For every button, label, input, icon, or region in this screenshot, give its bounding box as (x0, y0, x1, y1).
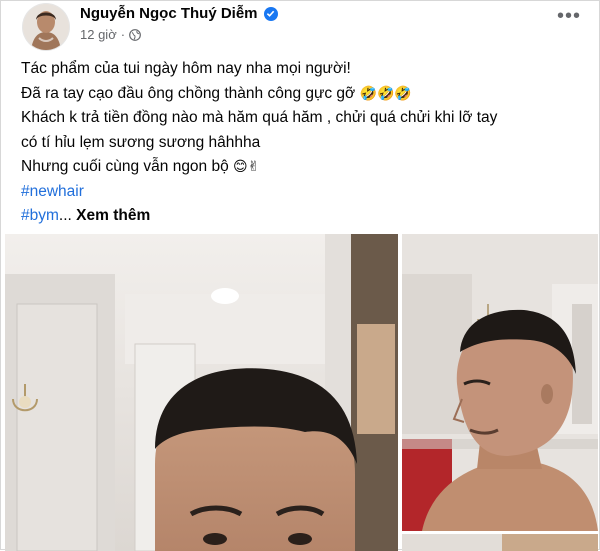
post-text-line: #bym... Xem thêm (21, 204, 591, 229)
author-name[interactable]: Nguyễn Ngọc Thuý Diễm (80, 5, 258, 22)
post-photo-side-2[interactable] (402, 534, 598, 551)
author-name-row: Nguyễn Ngọc Thuý Diễm (80, 5, 278, 22)
verified-badge-icon (263, 6, 278, 21)
post-line-4: có tí hỉu lẹm sương sương hâhhha (21, 133, 261, 151)
post-timestamp[interactable]: 12 giờ (80, 27, 117, 42)
post-photo-side[interactable] (402, 234, 598, 531)
globe-icon[interactable] (129, 28, 141, 41)
post-line-5: Nhưng cuối cùng vẫn ngon bộ (21, 158, 229, 175)
meta-separator: · (120, 27, 126, 42)
hashtag-newhair[interactable]: #newhair (21, 183, 84, 200)
smile-victory-emoji-icon: 😊✌ (233, 159, 260, 175)
post-line-3: Khách k trả tiền đồng nào mà hăm quá hăm… (21, 109, 498, 126)
rofl-emoji-icon: 🤣🤣🤣 (359, 85, 412, 102)
post-text-line: có tí hỉu lẹm sương sương hâhhha (21, 131, 591, 156)
ellipsis: ... (58, 207, 72, 224)
post-text-line: Tác phẩm của tui ngày hôm nay nha mọi ng… (21, 57, 591, 82)
post-line-2: Đã ra tay cạo đầu ông chồng thành công g… (21, 84, 356, 102)
post-text-line: Khách k trả tiền đồng nào mà hăm quá hăm… (21, 106, 591, 131)
author-avatar[interactable] (23, 4, 69, 50)
post-text-line: Đã ra tay cạo đầu ông chồng thành công g… (21, 82, 591, 107)
facebook-post: Nguyễn Ngọc Thuý Diễm 12 giờ · ••• Tác p… (0, 0, 600, 551)
post-line-1: Tác phẩm của tui ngày hôm nay nha mọi ng… (21, 60, 351, 77)
post-text: Tác phẩm của tui ngày hôm nay nha mọi ng… (21, 57, 591, 229)
hashtag-bym[interactable]: #bym (21, 207, 59, 224)
post-text-line: #newhair (21, 180, 591, 205)
more-options-icon[interactable]: ••• (557, 6, 581, 26)
post-text-line: Nhưng cuối cùng vẫn ngon bộ 😊✌ (21, 155, 591, 180)
post-meta: 12 giờ · (80, 27, 141, 42)
see-more-link[interactable]: Xem thêm (76, 207, 150, 224)
post-photo-main[interactable] (5, 234, 398, 551)
